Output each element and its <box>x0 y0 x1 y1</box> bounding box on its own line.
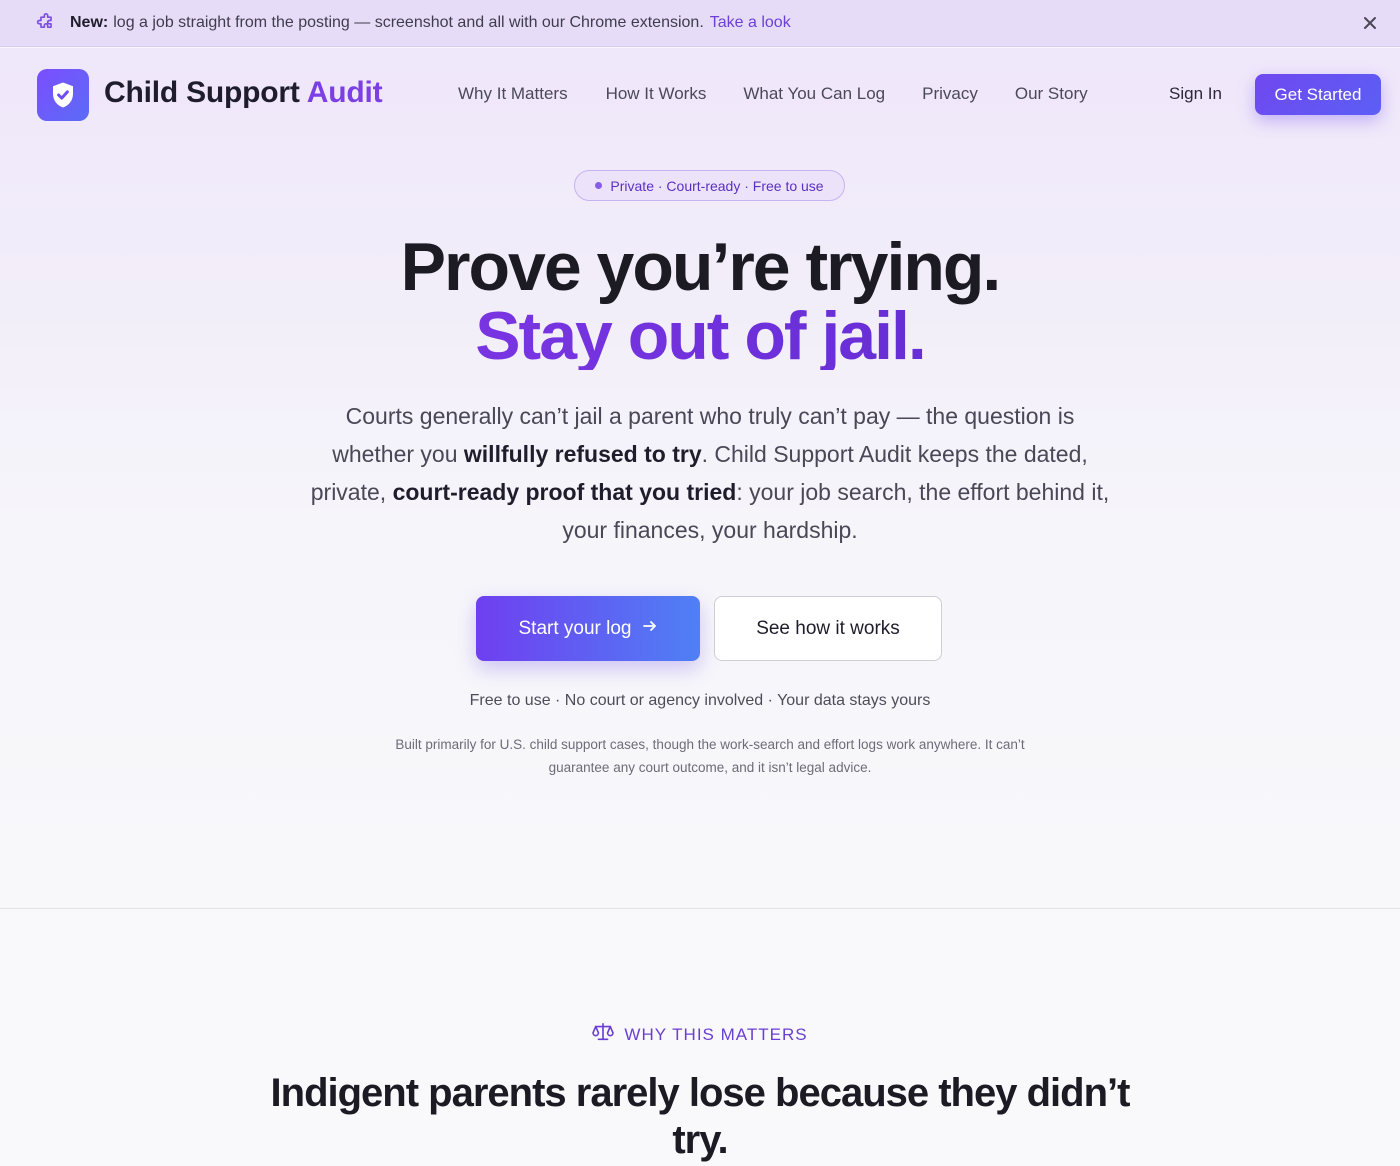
lede-emphasis-2: court-ready proof that you tried <box>392 479 737 505</box>
hero-description: Courts generally can’t jail a parent who… <box>310 397 1110 549</box>
announcement-text: log a job straight from the posting — sc… <box>113 14 704 31</box>
hero-headline-line-2: Stay out of jail. <box>0 302 1400 370</box>
scales-icon <box>592 1022 615 1047</box>
brand-main: Child Support <box>104 76 300 109</box>
why-headline: Indigent parents rarely lose because the… <box>270 1071 1131 1162</box>
close-icon[interactable] <box>1360 13 1380 33</box>
why-eyebrow-text: WHY THIS MATTERS <box>624 1024 808 1044</box>
pill-dot <box>595 182 603 189</box>
brand-name[interactable]: Child Support Audit <box>104 76 383 110</box>
nav-link-how-it-works[interactable]: How It Works <box>606 84 707 104</box>
nav-link-why-it-matters[interactable]: Why It Matters <box>458 84 568 104</box>
nav-link-what-you-can-log[interactable]: What You Can Log <box>743 84 885 104</box>
hero-headline-line-1: Prove you’re trying. <box>400 229 1002 305</box>
lede-emphasis-1: willfully refused to try <box>463 441 702 467</box>
shield-check-icon[interactable] <box>37 69 89 121</box>
nav-links: Why It Matters How It Works What You Can… <box>458 84 1088 104</box>
tagline-pill: Private · Court-ready · Free to use <box>574 170 845 201</box>
get-started-button[interactable]: Get Started <box>1255 74 1381 115</box>
announcement-link[interactable]: Take a look <box>710 14 791 32</box>
hero-subnote: Free to use · No court or agency involve… <box>469 692 931 709</box>
brand-accent: Audit <box>306 76 383 109</box>
pill-text: Private · Court-ready · Free to use <box>610 177 824 194</box>
start-log-button[interactable]: Start your log <box>476 596 700 661</box>
nav-link-our-story[interactable]: Our Story <box>1015 84 1088 104</box>
arrow-right-icon <box>642 618 658 640</box>
sign-in-link[interactable]: Sign In <box>1169 84 1222 104</box>
site-header: Child Support Audit Why It Matters How I… <box>0 48 1400 140</box>
why-eyebrow: WHY THIS MATTERS <box>0 1022 1400 1047</box>
nav-link-privacy[interactable]: Privacy <box>922 84 978 104</box>
announcement-bar: New: log a job straight from the posting… <box>0 0 1400 47</box>
hero-fine-print: Built primarily for U.S. child support c… <box>395 737 1025 775</box>
start-log-label: Start your log <box>518 617 632 639</box>
see-how-it-works-button[interactable]: See how it works <box>714 596 942 661</box>
puzzle-icon <box>36 13 56 33</box>
announcement-label: New: <box>70 14 109 31</box>
